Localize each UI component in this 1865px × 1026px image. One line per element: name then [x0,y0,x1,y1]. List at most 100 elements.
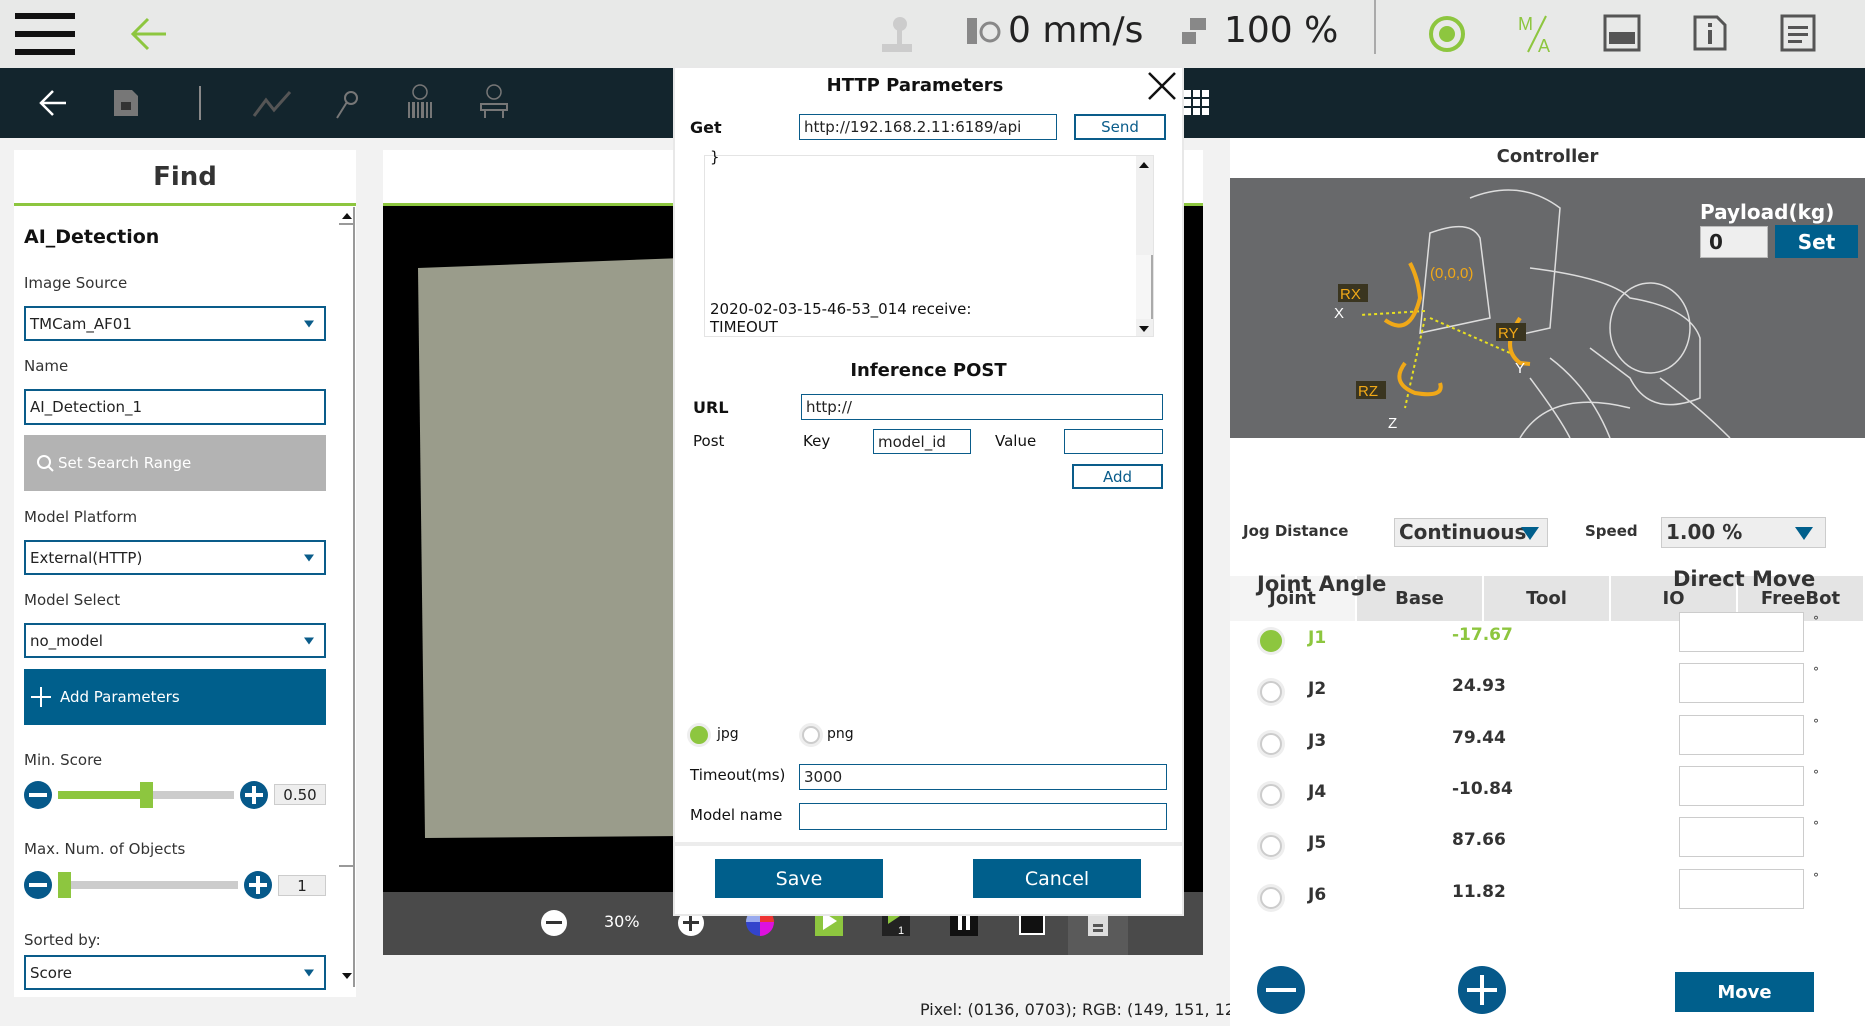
zoom-out-button[interactable] [541,910,567,936]
direct-move-input[interactable] [1679,663,1804,704]
max-objects-slider[interactable] [58,872,238,898]
measure-icon[interactable] [479,84,509,120]
image-source-value: TMCam_AF01 [30,314,132,333]
target-icon[interactable] [1427,14,1467,54]
z-axis-label: Z [1388,415,1397,432]
direct-move-input[interactable] [1679,765,1804,806]
grid-icon[interactable] [1184,90,1210,116]
png-radio[interactable] [802,726,820,744]
payload-input[interactable]: 0 [1700,226,1768,258]
add-button[interactable]: Add [1072,464,1163,489]
jog-plus-button[interactable] [1458,966,1506,1014]
response-log[interactable]: } 2020-02-03-15-46-53_014 receive: TIMEO… [704,148,1154,337]
slider-thumb[interactable] [139,782,153,808]
joint-radio[interactable] [1260,886,1282,909]
jog-distance-select[interactable]: Continuous [1394,518,1548,547]
log-line: 2020-02-03-15-46-53_014 receive: [710,300,972,318]
log-icon[interactable] [1780,14,1816,52]
timeout-input[interactable]: 3000 [799,764,1167,790]
chevron-down-icon [304,554,314,561]
joint-value: 24.93 [1452,676,1506,697]
locate-icon[interactable] [333,84,363,120]
move-button[interactable]: Move [1675,972,1814,1012]
max-objects-value[interactable]: 1 [278,875,326,896]
save-icon[interactable] [112,88,140,118]
barcode-icon[interactable] [405,84,435,120]
max-objects-decrease-button[interactable] [24,871,52,899]
http-parameters-dialog: HTTP Parameters Get http://192.168.2.11:… [675,68,1182,914]
chart-icon[interactable] [252,88,292,118]
close-icon[interactable] [1146,70,1178,102]
jog-distance-label: Jog Distance [1243,522,1349,540]
manual-auto-icon[interactable]: MA [1516,12,1556,56]
rz-label: RZ [1358,383,1378,400]
model-select[interactable]: no_model [24,623,326,658]
toolbar-divider [199,86,201,120]
sorted-by-select[interactable]: Score [24,955,326,990]
chevron-down-icon [1795,527,1813,540]
model-name-input[interactable] [799,803,1167,830]
origin-label: (0,0,0) [1430,265,1473,282]
joint-radio[interactable] [1260,732,1282,755]
payload-set-button[interactable]: Set [1775,225,1858,258]
tab-tool[interactable]: Tool [1484,576,1609,621]
min-score-value[interactable]: 0.50 [274,784,326,805]
direct-move-input[interactable] [1679,817,1804,858]
info-icon[interactable] [1692,14,1728,52]
slider-fill [58,791,146,799]
key-input[interactable]: model_id [873,429,971,454]
model-platform-label: Model Platform [24,508,138,526]
back-arrow-icon[interactable] [128,14,170,54]
joystick-icon[interactable] [878,14,914,54]
speed-select[interactable]: 1.00 % [1661,517,1826,548]
display-icon[interactable] [1603,14,1641,52]
cancel-button[interactable]: Cancel [973,859,1141,898]
direct-move-input[interactable] [1679,612,1804,652]
chevron-down-icon [304,969,314,976]
max-objects-label: Max. Num. of Objects [24,840,186,858]
min-score-slider[interactable] [58,782,234,808]
inference-url-input[interactable]: http:// [801,394,1163,420]
model-select-label: Model Select [24,591,121,609]
min-score-decrease-button[interactable] [24,781,52,809]
max-objects-increase-button[interactable] [244,871,272,899]
log-line: TIMEOUT [710,318,778,336]
direct-move-input[interactable] [1679,714,1804,755]
send-button[interactable]: Send [1074,114,1166,140]
image-source-select[interactable]: TMCam_AF01 [24,306,326,341]
menu-icon[interactable] [15,13,75,55]
speed-readout: 0 mm/s [1008,10,1144,51]
min-score-increase-button[interactable] [240,781,268,809]
get-url-value: http://192.168.2.11:6189/api [804,118,1022,136]
joint-radio[interactable] [1260,681,1282,704]
joint-name: J6 [1308,884,1327,905]
add-parameters-button[interactable]: Add Parameters [24,669,326,725]
degree-symbol: ° [1813,819,1819,834]
direct-move-input[interactable] [1679,868,1804,909]
name-input[interactable]: AI_Detection_1 [24,389,326,425]
degree-symbol: ° [1813,614,1819,628]
scrollbar[interactable] [339,207,355,987]
slider-thumb[interactable] [58,872,71,898]
joint-radio[interactable] [1260,630,1282,652]
get-url-input[interactable]: http://192.168.2.11:6189/api [799,114,1057,140]
speed-icon [967,18,1001,44]
joint-name: J2 [1308,679,1327,700]
log-scrollbar[interactable] [1136,156,1153,336]
inference-post-title: Inference POST [850,360,1007,381]
save-button[interactable]: Save [715,859,883,898]
value-input[interactable] [1064,429,1163,454]
joint-radio[interactable] [1260,783,1282,806]
jpg-radio[interactable] [690,726,708,744]
jpg-label: jpg [717,726,739,742]
jog-minus-button[interactable] [1257,966,1305,1014]
find-panel: Find AI_Detection Image Source TMCam_AF0… [14,150,356,997]
set-search-range-button[interactable]: Set Search Range [24,435,326,491]
value-label: Value [995,432,1037,450]
degree-symbol: ° [1813,870,1819,885]
back-icon[interactable] [38,86,68,120]
model-platform-select[interactable]: External(HTTP) [24,540,326,575]
log-top-line: } [710,148,720,166]
joint-radio[interactable] [1260,835,1282,858]
speed-percent-readout: 100 % [1224,10,1339,51]
